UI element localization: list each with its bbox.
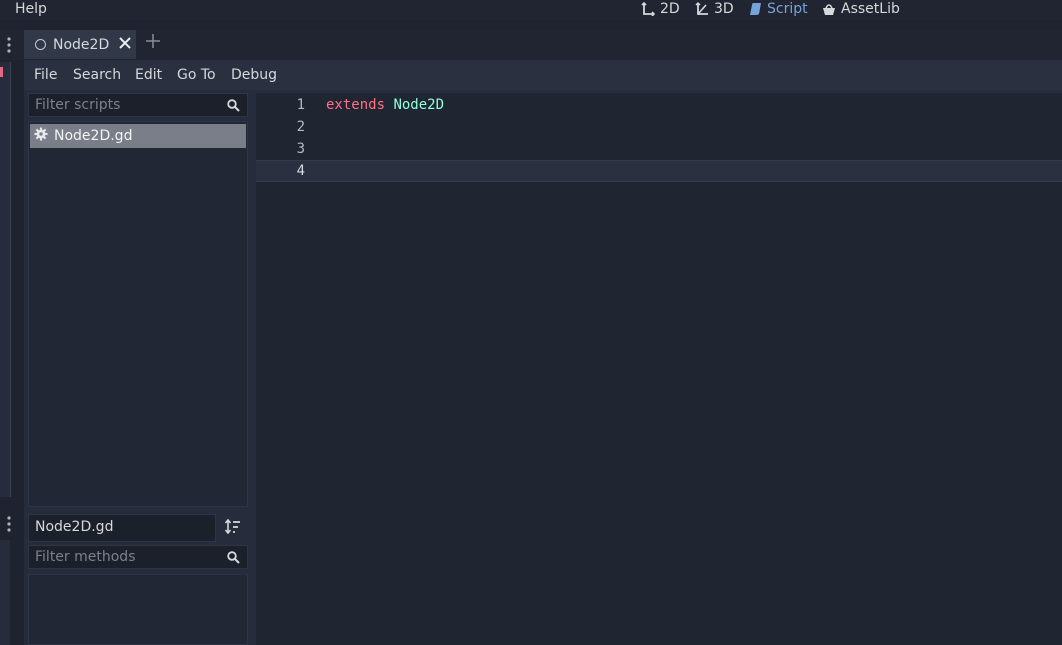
line-number: 1 [296,97,305,113]
methods-list [28,574,248,645]
line-number: 2 [296,119,305,135]
gear-icon [30,127,48,145]
current-script-name-field: Node2D.gd [28,514,216,542]
script-scroll-icon [749,2,762,16]
left-dock-panel-bottom [0,540,10,645]
sort-methods-button[interactable] [224,518,242,540]
node2d-circle-icon [35,39,46,50]
tab-node2d-label: Node2D [53,36,110,53]
script-item-label: Node2D.gd [54,128,133,144]
filter-methods-input[interactable]: Filter methods [28,545,248,569]
menu-go-to[interactable]: Go To [177,60,216,90]
help-menu[interactable]: Help [15,0,47,18]
dock-grip-icon[interactable] [7,515,11,537]
code-line[interactable]: extends Node2D [326,94,444,116]
dock-grip-icon[interactable] [7,36,11,58]
filter-methods-placeholder: Filter methods [35,549,136,565]
workspace-3d-button[interactable]: 3D [695,0,734,18]
current-script-name: Node2D.gd [35,519,114,535]
workspace-2d-button[interactable]: 2D [641,0,680,18]
line-number: 3 [296,141,305,157]
workspace-assetlib-button[interactable]: AssetLib [822,0,900,18]
filter-scripts-placeholder: Filter scripts [35,97,121,113]
workspace-script-label: Script [767,1,808,17]
current-line-highlight [256,160,1062,182]
script-list [28,121,248,507]
filter-scripts-input[interactable]: Filter scripts [28,93,248,117]
workspace-3d-label: 3D [714,1,734,17]
left-dock-accent [0,67,3,77]
plus-icon [145,34,161,53]
add-tab-button[interactable] [145,33,161,53]
menu-edit[interactable]: Edit [135,60,162,90]
code-keyword: extends [326,97,386,113]
3d-axis-icon [695,2,709,16]
workspace-assetlib-label: AssetLib [841,1,900,17]
line-number: 4 [296,163,305,179]
left-dock-panel [0,62,11,497]
sort-icon [224,518,242,540]
script-list-item[interactable]: Node2D.gd [30,124,246,148]
tab-node2d[interactable]: Node2D [24,30,136,59]
asset-basket-icon [822,2,836,16]
2d-axis-icon [641,2,655,16]
code-type-name: Node2D [393,97,445,113]
menu-file[interactable]: File [34,60,57,90]
close-icon[interactable] [119,36,131,53]
menu-debug[interactable]: Debug [231,60,277,90]
workspace-2d-label: 2D [660,1,680,17]
menu-search[interactable]: Search [73,60,121,90]
workspace-script-button[interactable]: Script [749,0,808,18]
top-menu-bar [0,0,1062,20]
